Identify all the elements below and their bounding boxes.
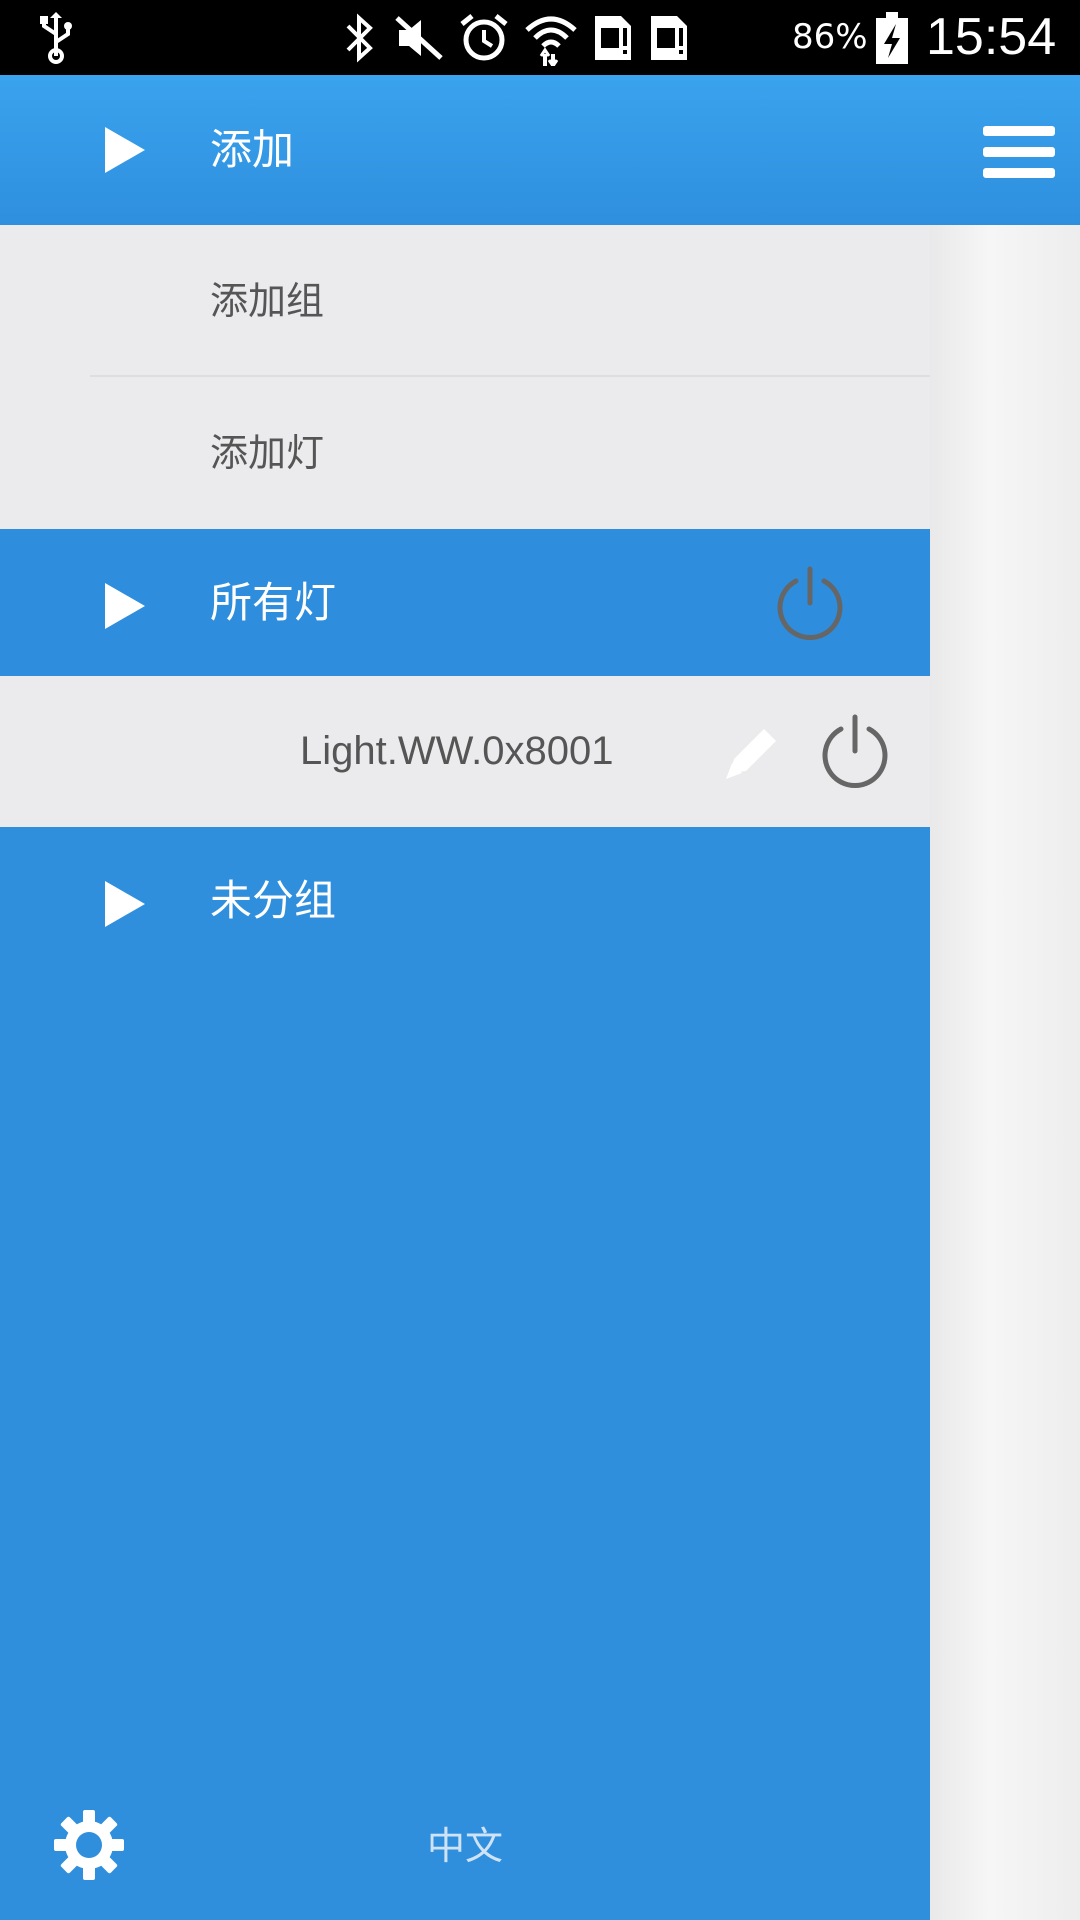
battery-charging-icon (872, 0, 912, 75)
play-triangle-icon (105, 127, 145, 173)
language-toggle[interactable]: 中文 (390, 1818, 540, 1874)
play-triangle-icon (105, 881, 145, 927)
hamburger-menu-icon[interactable] (983, 126, 1055, 178)
light-name: Light.WW.0x8001 (300, 729, 614, 773)
header-title: 添加 (210, 125, 295, 174)
menu-item-label: 添加组 (210, 279, 325, 323)
group-label: 所有灯 (210, 578, 337, 627)
group-row-all-lights[interactable]: 所有灯 (0, 529, 930, 677)
menu-item-add-group[interactable]: 添加组 (0, 225, 930, 377)
power-icon[interactable] (817, 713, 893, 789)
play-triangle-icon (105, 583, 145, 629)
sim2-icon (646, 0, 692, 75)
bluetooth-icon (340, 0, 380, 75)
battery-percent: 86% (792, 17, 868, 57)
settings-gear-icon[interactable] (52, 1808, 126, 1882)
main-content-area (930, 225, 1080, 1920)
menu-item-add-light[interactable]: 添加灯 (0, 377, 930, 529)
power-icon[interactable] (772, 565, 848, 641)
mute-icon (392, 0, 446, 75)
status-bar: 86% 15:54 (0, 0, 1080, 75)
light-row[interactable]: Light.WW.0x8001 (0, 676, 930, 827)
menu-item-label: 添加灯 (210, 431, 325, 475)
sim1-icon (590, 0, 636, 75)
usb-icon (36, 0, 76, 75)
drawer-header-add[interactable]: 添加 (0, 75, 1080, 225)
pencil-icon[interactable] (720, 721, 784, 785)
alarm-icon (456, 0, 512, 75)
group-label: 未分组 (210, 876, 337, 925)
group-row-ungrouped[interactable]: 未分组 (0, 827, 930, 975)
status-clock: 15:54 (926, 8, 1057, 66)
wifi-icon (522, 0, 580, 75)
